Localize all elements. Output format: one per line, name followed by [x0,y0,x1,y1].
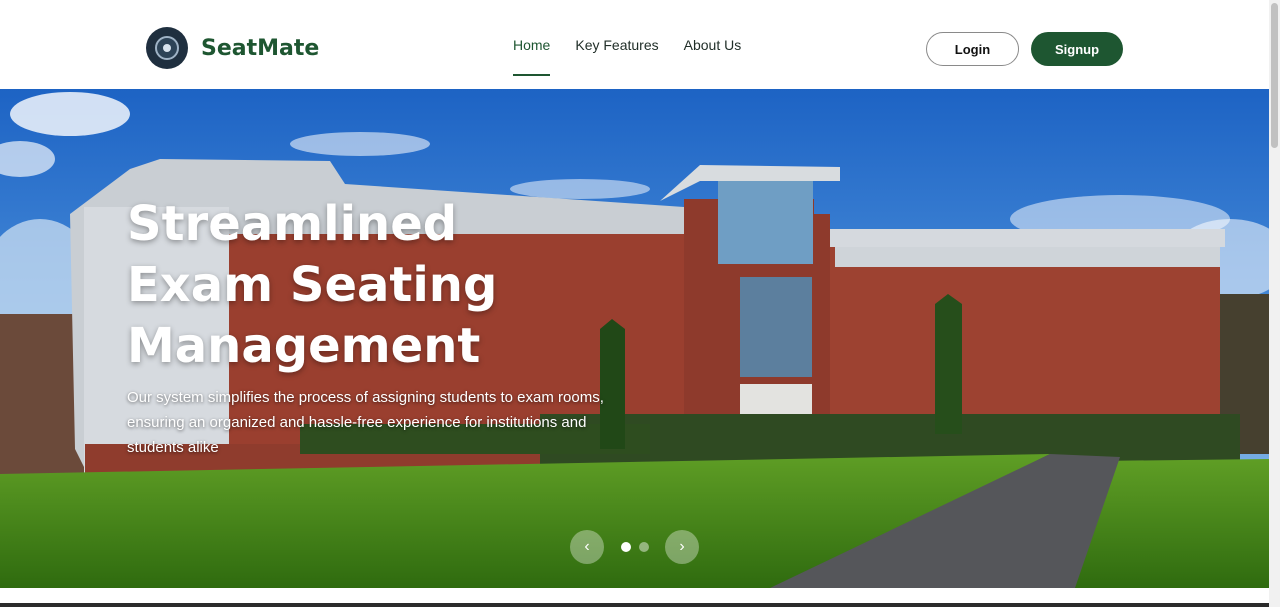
university-seal-icon [146,27,188,69]
nav-key-features[interactable]: Key Features [575,0,658,89]
scrollbar-thumb[interactable] [1271,3,1278,148]
nav-home[interactable]: Home [513,0,551,89]
login-button[interactable]: Login [926,32,1019,66]
page-scrollbar[interactable] [1269,0,1280,607]
carousel-next-button[interactable]: › [665,530,699,564]
hero-subtitle: Our system simplifies the process of ass… [127,389,604,456]
chevron-left-icon: ‹ [584,538,590,555]
site-header: SeatMate Home Key Features About Us Logi… [0,0,1269,89]
hero-carousel: Streamlined Exam Seating Management Our … [0,89,1269,588]
nav-about-us[interactable]: About Us [684,0,742,89]
brand-name: SeatMate [201,35,320,61]
hero-title: Streamlined Exam Seating Management [127,196,498,374]
main-nav: Home Key Features About Us [513,0,766,89]
brand[interactable]: SeatMate [146,27,319,69]
carousel-prev-button[interactable]: ‹ [570,530,604,564]
chevron-right-icon: › [679,538,685,555]
carousel-dot-1[interactable] [621,542,631,552]
carousel-dot-2[interactable] [639,542,649,552]
signup-button[interactable]: Signup [1031,32,1123,66]
section-divider [0,603,1269,607]
